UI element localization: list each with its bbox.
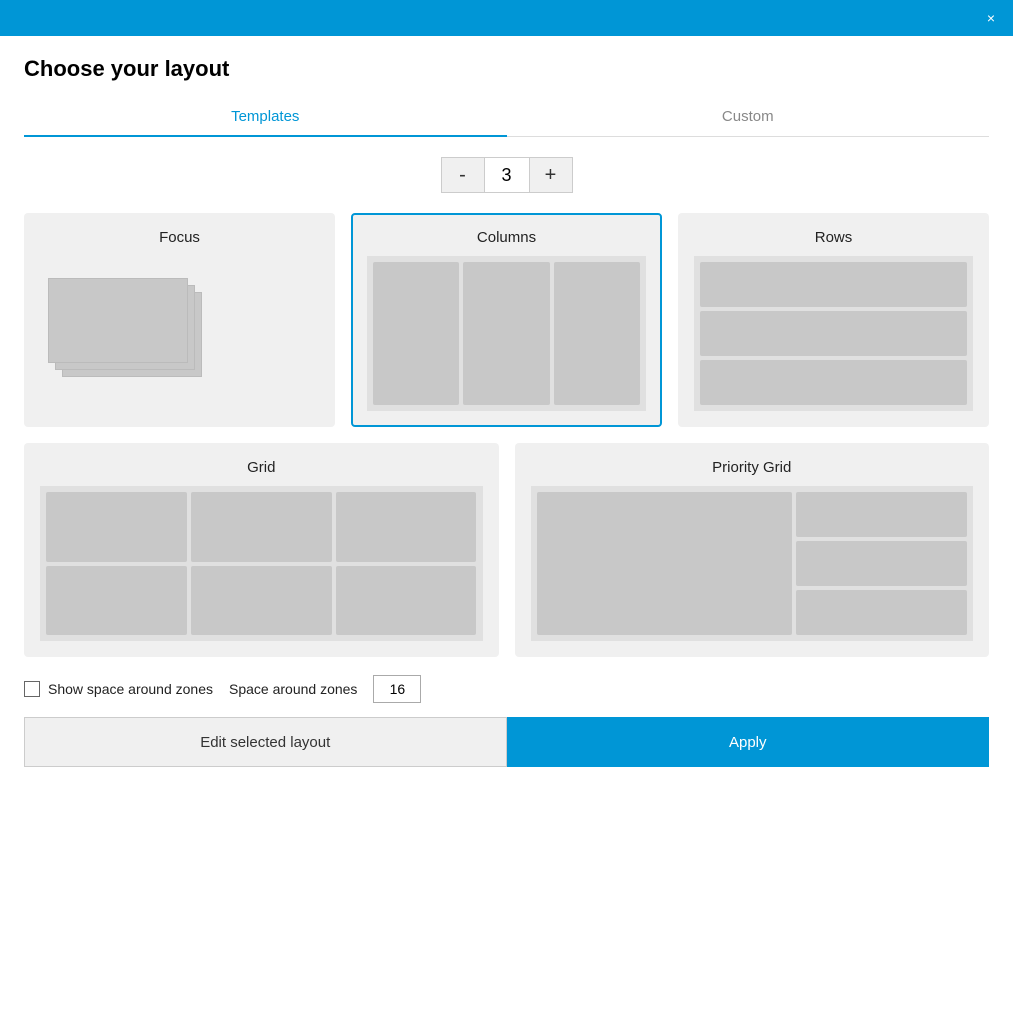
layout-grid-label: Grid (40, 459, 483, 476)
dialog-content: Choose your layout Templates Custom - 3 … (0, 36, 1013, 767)
layout-priority-grid-label: Priority Grid (531, 459, 974, 476)
row-pane-2 (700, 311, 967, 356)
counter-value: 3 (485, 157, 529, 193)
row-pane-1 (700, 262, 967, 307)
focus-rect-front (48, 278, 188, 363)
counter-row: - 3 + (24, 157, 989, 193)
layout-focus-label: Focus (40, 229, 319, 246)
layout-card-grid[interactable]: Grid (24, 443, 499, 657)
footer-buttons: Edit selected layout Apply (24, 717, 989, 767)
tab-custom[interactable]: Custom (507, 98, 990, 136)
columns-preview (367, 256, 646, 411)
priority-right-panes (796, 492, 967, 635)
grid-pane-1 (46, 492, 187, 562)
priority-preview (531, 486, 974, 641)
grid-pane-3 (336, 492, 477, 562)
show-space-label: Show space around zones (48, 681, 213, 697)
increment-button[interactable]: + (529, 157, 573, 193)
space-input[interactable] (373, 675, 421, 703)
show-space-checkbox-label[interactable]: Show space around zones (24, 681, 213, 697)
priority-left-pane (537, 492, 793, 635)
col-pane-1 (373, 262, 459, 405)
layout-columns-label: Columns (367, 229, 646, 246)
focus-stack (48, 278, 208, 378)
grid-pane-5 (191, 566, 332, 636)
focus-preview (40, 256, 319, 386)
grid-pane-4 (46, 566, 187, 636)
layout-card-columns[interactable]: Columns (351, 213, 662, 427)
layout-card-rows[interactable]: Rows (678, 213, 989, 427)
layouts-grid-top: Focus Columns Rows (24, 213, 989, 427)
grid-pane-6 (336, 566, 477, 636)
tab-templates[interactable]: Templates (24, 98, 507, 137)
dialog-title: Choose your layout (24, 56, 989, 82)
priority-right-pane-2 (796, 541, 967, 586)
rows-preview (694, 256, 973, 411)
show-space-checkbox[interactable] (24, 681, 40, 697)
layouts-grid-bottom: Grid Priority Grid (24, 443, 989, 657)
grid-preview (40, 486, 483, 641)
apply-button[interactable]: Apply (507, 717, 990, 767)
close-button[interactable]: × (979, 6, 1003, 30)
priority-right-pane-3 (796, 590, 967, 635)
layout-card-priority-grid[interactable]: Priority Grid (515, 443, 990, 657)
title-bar: × (0, 0, 1013, 36)
row-pane-3 (700, 360, 967, 405)
space-zone-row: Show space around zones Space around zon… (24, 665, 989, 713)
col-pane-3 (554, 262, 640, 405)
grid-pane-2 (191, 492, 332, 562)
layout-card-focus[interactable]: Focus (24, 213, 335, 427)
layout-rows-label: Rows (694, 229, 973, 246)
space-around-label: Space around zones (229, 681, 357, 697)
tabs-container: Templates Custom (24, 98, 989, 137)
decrement-button[interactable]: - (441, 157, 485, 193)
col-pane-2 (463, 262, 549, 405)
priority-right-pane-1 (796, 492, 967, 537)
edit-layout-button[interactable]: Edit selected layout (24, 717, 507, 767)
